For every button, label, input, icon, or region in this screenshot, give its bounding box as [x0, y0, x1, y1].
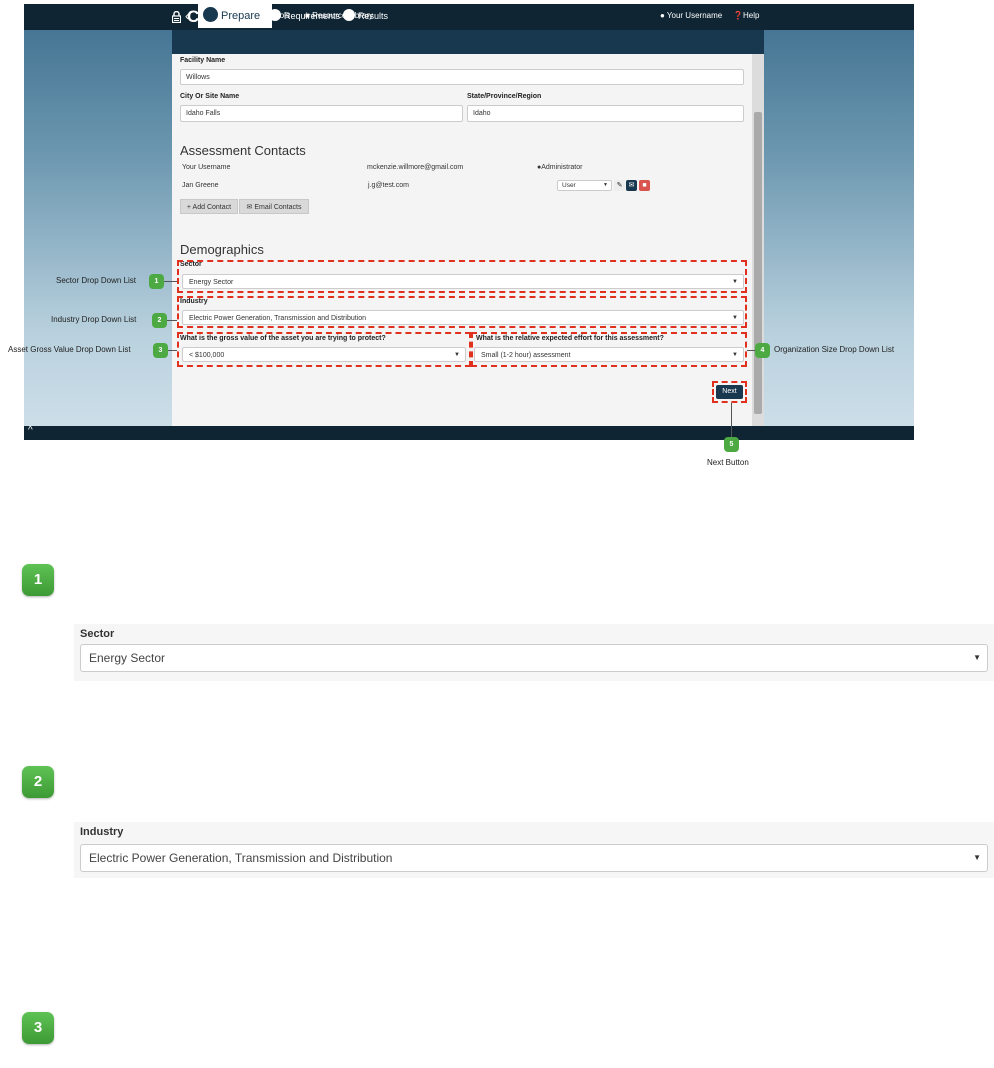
detail-industry-value: Electric Power Generation, Transmission …: [89, 851, 393, 865]
contact-name: Jan Greene: [182, 182, 219, 189]
facility-name-input[interactable]: Willows: [180, 69, 744, 85]
mail-icon: ✉: [246, 204, 253, 211]
tab-requirements-label: Requirements: [284, 11, 341, 21]
contact-name: Your Username: [182, 164, 231, 171]
state-label: State/Province/Region: [467, 93, 542, 100]
state-input[interactable]: Idaho: [467, 105, 744, 122]
callout-line-2: [167, 320, 177, 321]
app-screenshot: CSET ⚒ Tools ■ Resource Library ● Your U…: [24, 4, 914, 440]
highlight-next: [712, 381, 747, 403]
callout-label-4: Organization Size Drop Down List: [774, 345, 895, 354]
callout-badge-1: 1: [149, 274, 164, 289]
tab-requirements[interactable]: Requirements: [269, 4, 340, 28]
contact-role-value: User: [562, 182, 576, 189]
nav-help[interactable]: ❓Help: [733, 11, 759, 20]
callout-badge-4: 4: [755, 343, 770, 358]
tab-results-label: Results: [358, 11, 389, 21]
email-contacts-label: Email Contacts: [254, 204, 302, 211]
back-button[interactable]: ‹: [180, 4, 194, 28]
city-label: City Or Site Name: [180, 93, 240, 100]
callout-line-3: [168, 350, 177, 351]
scrollbar-thumb[interactable]: [754, 112, 762, 414]
tab-results[interactable]: Results: [343, 4, 388, 28]
city-input[interactable]: Idaho Falls: [180, 105, 463, 122]
callout-label-2: Industry Drop Down List: [51, 315, 137, 324]
detail-badge-3: 3: [22, 1012, 54, 1044]
add-contact-button[interactable]: + Add Contact: [180, 199, 238, 214]
callout-badge-2: 2: [152, 313, 167, 328]
callout-badge-3: 3: [153, 343, 168, 358]
trash-icon[interactable]: ■: [639, 180, 650, 191]
requirements-icon: [269, 9, 281, 21]
contact-role: ●Administrator: [537, 164, 582, 171]
demographics-heading: Demographics: [180, 242, 264, 257]
chevron-down-icon: ▼: [973, 653, 981, 662]
chevron-up-icon[interactable]: ^: [28, 425, 33, 436]
results-icon: [343, 9, 355, 21]
contacts-heading: Assessment Contacts: [180, 143, 306, 158]
detail-industry-label: Industry: [80, 826, 124, 838]
tab-prepare[interactable]: Prepare: [198, 4, 272, 28]
prepare-icon: [203, 7, 218, 22]
chevron-down-icon: ▼: [973, 853, 981, 862]
contact-email: j.g@test.com: [368, 182, 409, 189]
user-icon: ●: [660, 11, 665, 20]
contact-role-select[interactable]: User ▼: [557, 180, 612, 191]
detail-industry-select[interactable]: Electric Power Generation, Transmission …: [80, 844, 988, 872]
top-navbar: [24, 4, 914, 30]
edit-icon[interactable]: ✎: [614, 180, 625, 191]
detail-sector-value: Energy Sector: [89, 651, 166, 665]
callout-label-3: Asset Gross Value Drop Down List: [8, 345, 131, 354]
facility-name-label: Facility Name: [180, 57, 226, 64]
callout-label-1: Sector Drop Down List: [56, 276, 137, 285]
tab-bar: [172, 30, 764, 54]
contact-role-label: Administrator: [541, 164, 583, 171]
highlight-industry: [177, 296, 747, 328]
chevron-down-icon: ▼: [603, 182, 608, 188]
callout-line-5: [731, 403, 732, 438]
detail-sector-label: Sector: [80, 628, 115, 640]
callout-label-5: Next Button: [707, 458, 749, 467]
email-contacts-button[interactable]: ✉ Email Contacts: [239, 199, 309, 214]
highlight-sector: [177, 260, 747, 293]
nav-username[interactable]: ● Your Username: [660, 11, 722, 20]
bottom-bar: [24, 426, 914, 440]
highlight-asset-value: [177, 332, 471, 367]
callout-line-4: [747, 350, 755, 351]
contact-email: mckenzie.willmore@gmail.com: [367, 164, 464, 171]
nav-username-label: Your Username: [666, 11, 723, 20]
highlight-effort: [471, 332, 747, 367]
help-icon: ❓: [733, 11, 743, 20]
callout-line-1: [164, 281, 177, 282]
detail-sector-select[interactable]: Energy Sector ▼: [80, 644, 988, 672]
detail-badge-1: 1: [22, 564, 54, 596]
detail-badge-2: 2: [22, 766, 54, 798]
callout-badge-5: 5: [724, 437, 739, 452]
mail-icon[interactable]: ✉: [626, 180, 637, 191]
nav-help-label: Help: [742, 11, 760, 20]
tab-prepare-label: Prepare: [221, 10, 261, 22]
